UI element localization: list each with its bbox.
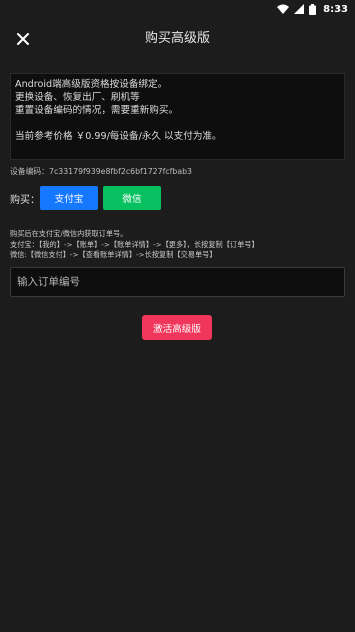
instructions: 购买后在支付宝/微信内获取订单号。 支付宝：【我的】->【账单】->【账单详情】… [10, 229, 350, 261]
page-title: 购买高级版 [144, 31, 210, 46]
signal-icon [294, 4, 305, 14]
device-code: 设备编码：7c33179f939e8fbf2c6bf1727fcfbab3 [10, 167, 193, 176]
info-line: Android端高级版资格按设备绑定。 [15, 79, 168, 90]
status-bar: 8:33 [0, 0, 355, 18]
wifi-icon [277, 4, 290, 14]
battery-icon [309, 3, 317, 15]
info-box: Android端高级版资格按设备绑定。 更换设备、恢复出厂、刷机等 重置设备编码… [10, 73, 345, 160]
status-time: 8:33 [323, 3, 348, 15]
instruction-line: 支付宝：【我的】->【账单】->【账单详情】->【更多】，长按复制【订单号】 [10, 239, 259, 249]
instruction-line: 微信:【微信支付】->【查看账单详情】->长按复制【交易单号】 [10, 250, 217, 259]
info-line: 更换设备、恢复出厂、刷机等 [15, 92, 140, 103]
info-line: 重置设备编码的情况，需要重新购买。 [15, 105, 179, 116]
activate-button[interactable]: 激活高级版 [142, 315, 212, 340]
purchase-row: 购买： 支付宝 微信 [10, 186, 161, 210]
order-number-input[interactable] [10, 267, 345, 297]
alipay-button[interactable]: 支付宝 [40, 186, 98, 210]
purchase-label: 购买： [10, 194, 40, 206]
instruction-line: 购买后在支付宝/微信内获取订单号。 [10, 229, 128, 238]
app-bar: 购买高级版 [0, 18, 355, 60]
price-line: 当前参考价格 ￥0.99/每设备/永久 以支付为准。 [15, 131, 222, 142]
wechat-button[interactable]: 微信 [103, 186, 161, 210]
